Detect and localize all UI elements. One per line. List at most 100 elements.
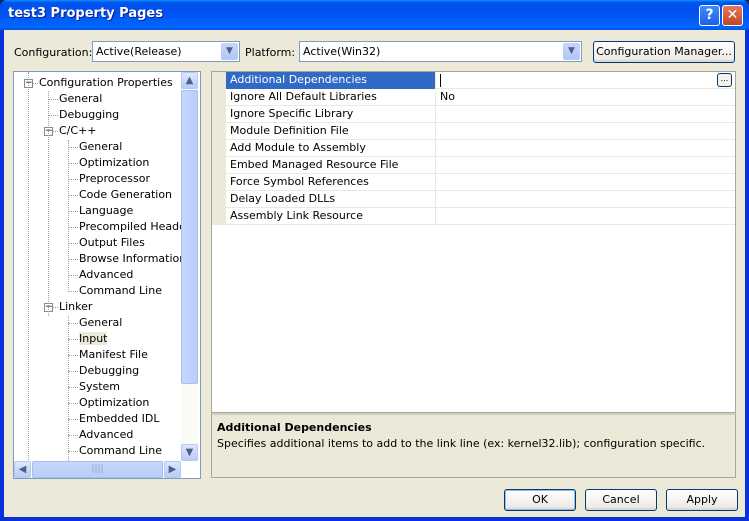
- property-name[interactable]: Module Definition File: [226, 123, 436, 140]
- property-name[interactable]: Ignore All Default Libraries: [226, 89, 436, 106]
- apply-button[interactable]: Apply: [666, 489, 738, 511]
- property-tree: Configuration Properties − General Debuggin…: [13, 71, 201, 479]
- configuration-manager-button[interactable]: Configuration Manager...: [593, 41, 735, 63]
- property-value[interactable]: [437, 208, 735, 225]
- property-value[interactable]: [437, 72, 735, 89]
- tree-item-label: Linker: [59, 300, 93, 313]
- tree-item[interactable]: Precompiled Headers: [79, 219, 196, 235]
- tree-connector: [68, 179, 78, 180]
- tree-guide-line: [68, 140, 69, 290]
- tree-item[interactable]: Debugging: [79, 363, 139, 379]
- property-row[interactable]: Additional Dependencies...: [226, 72, 735, 89]
- description-text: Specifies additional items to add to the…: [217, 437, 706, 450]
- tree-connector: [68, 451, 78, 452]
- horizontal-scrollbar[interactable]: ◀ |||| ▶: [14, 461, 181, 478]
- tree-connector: [68, 259, 78, 260]
- tree-connector: [68, 371, 78, 372]
- tree-item-label: Precompiled Headers: [79, 220, 197, 233]
- tree-connector: [68, 323, 78, 324]
- tree-item[interactable]: Input: [79, 331, 108, 347]
- vertical-scrollbar[interactable]: ▲ ▼: [181, 72, 198, 461]
- tree-item[interactable]: System: [79, 379, 120, 395]
- tree-item[interactable]: Browse Information: [79, 251, 186, 267]
- property-value[interactable]: No: [437, 89, 735, 106]
- tree-item-label: Configuration Properties: [39, 76, 173, 89]
- tree-item-label: C/C++: [59, 124, 97, 137]
- property-row[interactable]: Module Definition File: [226, 123, 735, 140]
- vertical-scroll-thumb[interactable]: [181, 90, 198, 384]
- platform-value: Active(Win32): [303, 45, 381, 58]
- tree-item-label: Language: [79, 204, 134, 217]
- tree-guide-line: [48, 91, 49, 316]
- tree-item[interactable]: Advanced: [79, 267, 133, 283]
- browse-button[interactable]: ...: [717, 73, 732, 87]
- tree-item-label: Input: [79, 332, 108, 345]
- property-value[interactable]: [437, 191, 735, 208]
- tree-item[interactable]: General: [79, 315, 122, 331]
- property-name[interactable]: Force Symbol References: [226, 174, 436, 191]
- tree-item[interactable]: Language: [79, 203, 133, 219]
- configuration-label: Configuration:: [14, 46, 93, 59]
- tree-item[interactable]: Optimization: [79, 395, 149, 411]
- scroll-left-icon[interactable]: ◀: [14, 461, 31, 478]
- tree-item[interactable]: General: [59, 91, 102, 107]
- ok-button[interactable]: OK: [504, 489, 576, 511]
- property-name[interactable]: Assembly Link Resource: [226, 208, 436, 225]
- help-icon: ?: [705, 7, 714, 23]
- property-row[interactable]: Add Module to Assembly: [226, 140, 735, 157]
- tree-item[interactable]: General: [79, 139, 122, 155]
- cancel-button[interactable]: Cancel: [585, 489, 657, 511]
- tree-item-label: Browse Information: [79, 252, 187, 265]
- property-row[interactable]: Ignore All Default Libraries No: [226, 89, 735, 106]
- close-button[interactable]: ✕: [722, 5, 743, 26]
- tree-item[interactable]: Command Line: [79, 443, 162, 459]
- tree-item[interactable]: Manifest File: [79, 347, 148, 363]
- property-name[interactable]: Additional Dependencies: [226, 72, 436, 89]
- property-name[interactable]: Delay Loaded DLLs: [226, 191, 436, 208]
- scroll-down-icon[interactable]: ▼: [181, 444, 198, 461]
- property-row[interactable]: Ignore Specific Library: [226, 106, 735, 123]
- configuration-dropdown[interactable]: Active(Release) ▼: [92, 41, 240, 62]
- property-name[interactable]: Add Module to Assembly: [226, 140, 436, 157]
- horizontal-scroll-thumb[interactable]: ||||: [32, 461, 163, 478]
- chevron-down-icon[interactable]: ▼: [221, 43, 238, 60]
- tree-item-label: Manifest File: [79, 348, 148, 361]
- property-row[interactable]: Embed Managed Resource File: [226, 157, 735, 174]
- scroll-right-icon[interactable]: ▶: [164, 461, 181, 478]
- title-bar[interactable]: test3 Property Pages ? ✕: [0, 0, 749, 30]
- tree-connector: [48, 99, 58, 100]
- description-title: Additional Dependencies: [217, 421, 372, 434]
- tree-item[interactable]: Optimization: [79, 155, 149, 171]
- tree-item-label: Command Line: [79, 284, 162, 297]
- tree-item-label: Embedded IDL: [79, 412, 160, 425]
- property-row[interactable]: Force Symbol References: [226, 174, 735, 191]
- help-button[interactable]: ?: [699, 5, 720, 26]
- tree-item[interactable]: Command Line: [79, 283, 162, 299]
- tree-item[interactable]: Code Generation: [79, 187, 172, 203]
- property-value[interactable]: [437, 123, 735, 140]
- property-value[interactable]: [437, 174, 735, 191]
- property-row[interactable]: Delay Loaded DLLs: [226, 191, 735, 208]
- chevron-down-icon[interactable]: ▼: [563, 43, 580, 60]
- property-value[interactable]: [437, 140, 735, 157]
- tree-item[interactable]: Linker: [59, 299, 92, 315]
- platform-dropdown[interactable]: Active(Win32) ▼: [299, 41, 582, 62]
- property-name[interactable]: Embed Managed Resource File: [226, 157, 436, 174]
- platform-label: Platform:: [245, 46, 296, 59]
- tree-item[interactable]: Output Files: [79, 235, 145, 251]
- property-value[interactable]: [437, 106, 735, 123]
- tree-item-label: Preprocessor: [79, 172, 151, 185]
- property-grid: Additional Dependencies... Ignore All Def…: [211, 71, 736, 413]
- tree-item[interactable]: Preprocessor: [79, 171, 150, 187]
- tree-connector: [68, 339, 78, 340]
- property-name[interactable]: Ignore Specific Library: [226, 106, 436, 123]
- property-row[interactable]: Assembly Link Resource: [226, 208, 735, 225]
- tree-item[interactable]: Embedded IDL: [79, 411, 159, 427]
- tree-connector: [48, 115, 58, 116]
- property-value[interactable]: [437, 157, 735, 174]
- tree-item[interactable]: Configuration Properties: [39, 75, 173, 91]
- tree-item[interactable]: Advanced: [79, 427, 133, 443]
- tree-item[interactable]: Debugging: [59, 107, 119, 123]
- scroll-up-icon[interactable]: ▲: [181, 72, 198, 89]
- tree-item[interactable]: C/C++: [59, 123, 97, 139]
